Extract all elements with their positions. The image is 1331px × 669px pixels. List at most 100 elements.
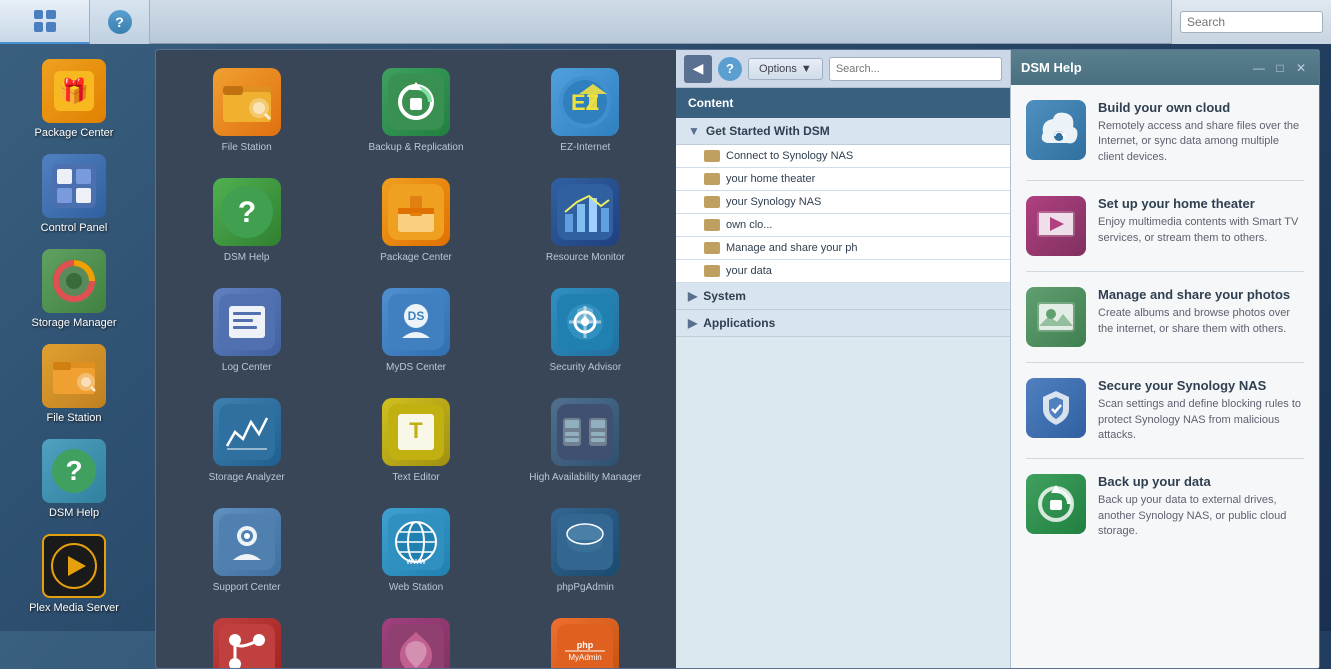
minimize-button[interactable]: — xyxy=(1251,60,1267,76)
support-center-icon xyxy=(213,508,281,576)
dsm-help-panel-header: DSM Help — □ ✕ xyxy=(1011,50,1319,85)
dsm-help-app-label: DSM Help xyxy=(224,251,270,264)
section-expand-icon-2: ▶ xyxy=(688,289,697,303)
nav-item-connect-nas[interactable]: Connect to Synology NAS xyxy=(676,145,1010,168)
backup-data-heading: Back up your data xyxy=(1098,474,1304,489)
search-input[interactable] xyxy=(1180,11,1323,33)
home-theater-heading: Set up your home theater xyxy=(1098,196,1304,211)
desktop-icon-package-center[interactable]: 🎁 Package Center xyxy=(14,54,134,144)
desktop-icon-storage-manager[interactable]: Storage Manager xyxy=(14,244,134,334)
grid-app-log-center[interactable]: Log Center xyxy=(166,280,327,382)
nav-item-folder-icon-3 xyxy=(704,196,720,208)
security-advisor-icon xyxy=(551,288,619,356)
plex-icon-desktop xyxy=(42,534,106,598)
taskbar: ? xyxy=(0,0,1331,44)
options-label: Options xyxy=(759,63,797,75)
svg-text:T: T xyxy=(409,418,423,443)
backup-app-icon xyxy=(382,68,450,136)
home-theater-text: Set up your home theater Enjoy multimedi… xyxy=(1098,196,1304,246)
nav-item-folder-icon-5 xyxy=(704,242,720,254)
backup-data-desc: Back up your data to external drives, an… xyxy=(1098,493,1304,539)
feature-build-cloud: Build your own cloud Remotely access and… xyxy=(1026,100,1304,181)
grid-app-file-station[interactable]: File Station xyxy=(166,60,327,162)
photos-text: Manage and share your photos Create albu… xyxy=(1098,287,1304,337)
svg-text:?: ? xyxy=(65,455,82,486)
taskbar-search-area xyxy=(1171,0,1331,44)
package-center-label: Package Center xyxy=(35,127,114,139)
secure-nas-text: Secure your Synology NAS Scan settings a… xyxy=(1098,378,1304,443)
build-cloud-heading: Build your own cloud xyxy=(1098,100,1304,115)
maximize-button[interactable]: □ xyxy=(1272,60,1288,76)
grid-app-text-editor[interactable]: T Text Editor xyxy=(335,390,496,492)
file-station-app-icon xyxy=(213,68,281,136)
nav-back-button[interactable]: ◀ xyxy=(684,55,712,83)
nav-options-button[interactable]: Options ▼ xyxy=(748,58,823,80)
grid-app-ez-internet[interactable]: EZ EZ-Internet xyxy=(505,60,666,162)
taskbar-help-button[interactable]: ? xyxy=(90,0,150,44)
svg-text:🎁: 🎁 xyxy=(59,77,89,105)
help-circle-icon: ? xyxy=(108,10,132,34)
build-cloud-icon xyxy=(1026,100,1086,160)
nav-item-manage-share[interactable]: Manage and share your ph xyxy=(676,237,1010,260)
high-availability-label: High Availability Manager xyxy=(529,471,641,484)
home-grid-icon xyxy=(34,10,56,32)
applications-label: Applications xyxy=(703,316,775,330)
grid-app-git-server[interactable]: Git Server xyxy=(166,610,327,668)
desktop: 🎁 Package Center Control Panel xyxy=(0,44,1331,631)
support-center-label: Support Center xyxy=(213,581,281,594)
desktop-icon-control-panel[interactable]: Control Panel xyxy=(14,149,134,239)
taskbar-home-button[interactable] xyxy=(0,0,90,44)
secure-nas-heading: Secure your Synology NAS xyxy=(1098,378,1304,393)
grid-app-dsm-help[interactable]: ? DSM Help xyxy=(166,170,327,272)
feature-home-theater: Set up your home theater Enjoy multimedi… xyxy=(1026,196,1304,272)
grid-app-myds[interactable]: DS MyDS Center xyxy=(335,280,496,382)
nav-search-input[interactable] xyxy=(829,57,1002,81)
grid-app-high-availability[interactable]: High Availability Manager xyxy=(505,390,666,492)
package-center-app-label: Package Center xyxy=(380,251,452,264)
grid-app-resource-monitor[interactable]: Resource Monitor xyxy=(505,170,666,272)
grid-app-security-advisor[interactable]: Security Advisor xyxy=(505,280,666,382)
feature-secure-nas: Secure your Synology NAS Scan settings a… xyxy=(1026,378,1304,459)
control-panel-icon xyxy=(42,154,106,218)
dsm-help-icon-desktop: ? xyxy=(42,439,106,503)
dsm-help-label: DSM Help xyxy=(49,507,99,519)
home-theater-desc: Enjoy multimedia contents with Smart TV … xyxy=(1098,215,1304,246)
grid-app-web-station[interactable]: www Web Station xyxy=(335,500,496,602)
nav-section-get-started[interactable]: ▼ Get Started With DSM xyxy=(676,118,1010,145)
dsm-help-scroll-area[interactable]: Build your own cloud Remotely access and… xyxy=(1011,85,1319,668)
grid-app-phpmyadmin[interactable]: php MyAdmin phpMyAdmin xyxy=(505,610,666,668)
myds-label: MyDS Center xyxy=(386,361,446,374)
secure-nas-icon xyxy=(1026,378,1086,438)
nav-item-own-cloud[interactable]: own clo... xyxy=(676,214,1010,237)
nav-section-applications[interactable]: ▶ Applications xyxy=(676,310,1010,337)
file-station-icon-desktop xyxy=(42,344,106,408)
build-cloud-desc: Remotely access and share files over the… xyxy=(1098,119,1304,165)
dsm-help-app-icon-grid: ? xyxy=(213,178,281,246)
desktop-icon-plex[interactable]: Plex Media Server xyxy=(14,529,134,619)
back-arrow-icon: ◀ xyxy=(693,60,704,77)
grid-app-backup[interactable]: Backup & Replication xyxy=(335,60,496,162)
log-center-icon xyxy=(213,288,281,356)
close-button[interactable]: ✕ xyxy=(1293,60,1309,76)
git-server-icon xyxy=(213,618,281,668)
nav-item-home-theater[interactable]: your home theater xyxy=(676,168,1010,191)
feature-backup: Back up your data Back up your data to e… xyxy=(1026,474,1304,554)
nav-section-system[interactable]: ▶ System xyxy=(676,283,1010,310)
dsm-help-content-panel: DSM Help — □ ✕ xyxy=(1011,50,1319,668)
grid-app-support-center[interactable]: Support Center xyxy=(166,500,327,602)
grid-app-package-center[interactable]: Package Center xyxy=(335,170,496,272)
desktop-icon-file-station[interactable]: File Station xyxy=(14,339,134,429)
grid-app-phppgadmin[interactable]: phpPgAdmin xyxy=(505,500,666,602)
desktop-icon-dsm-help[interactable]: ? DSM Help xyxy=(14,434,134,524)
text-editor-icon: T xyxy=(382,398,450,466)
grid-app-storage-analyzer[interactable]: Storage Analyzer xyxy=(166,390,327,492)
mariadb-icon xyxy=(382,618,450,668)
text-editor-label: Text Editor xyxy=(392,471,439,484)
secure-nas-desc: Scan settings and define blocking rules … xyxy=(1098,397,1304,443)
nav-item-your-data[interactable]: your data xyxy=(676,260,1010,283)
window-controls: — □ ✕ xyxy=(1251,60,1309,76)
nav-item-synology-nas[interactable]: your Synology NAS xyxy=(676,191,1010,214)
desktop-sidebar: 🎁 Package Center Control Panel xyxy=(0,44,148,631)
storage-manager-label: Storage Manager xyxy=(32,317,117,329)
grid-app-mariadb[interactable]: MariaDB xyxy=(335,610,496,668)
